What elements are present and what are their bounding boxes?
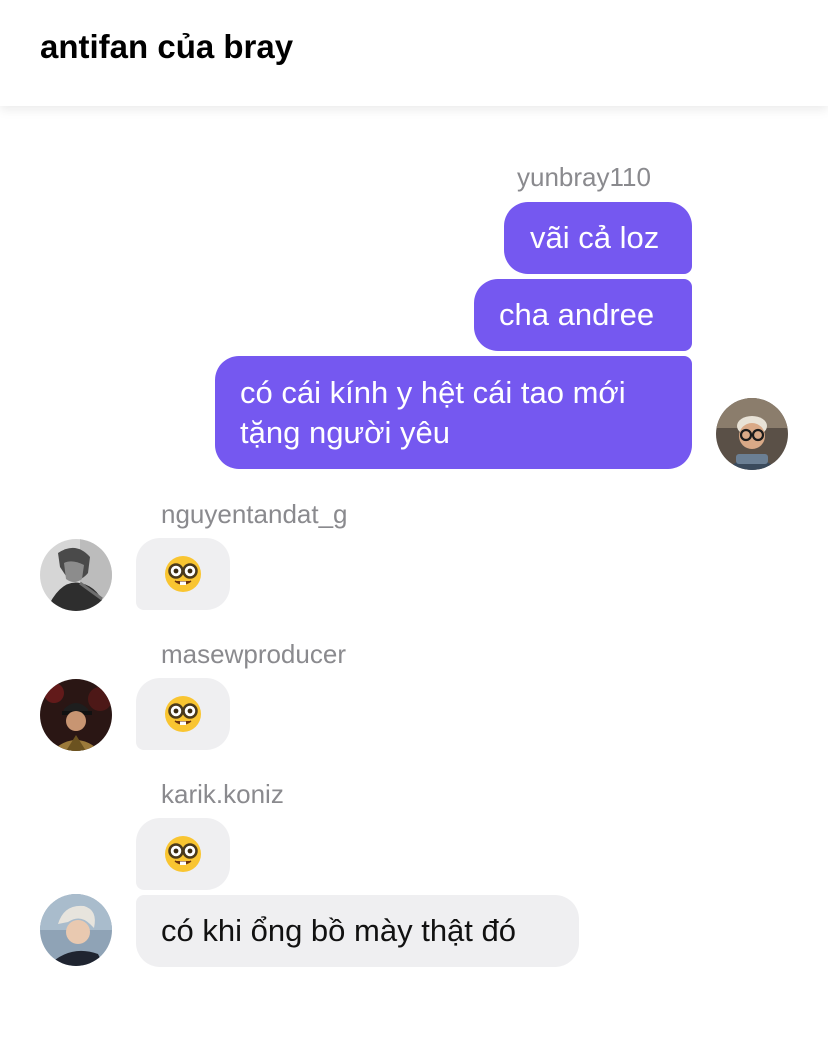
message-bubble[interactable]: cha andree bbox=[474, 279, 692, 351]
nerd-face-emoji bbox=[163, 834, 203, 874]
sender-name[interactable]: karik.koniz bbox=[161, 779, 284, 810]
emoji-message-bubble[interactable] bbox=[136, 818, 230, 890]
sender-name[interactable]: masewproducer bbox=[161, 639, 346, 670]
sender-name[interactable]: yunbray110 bbox=[517, 162, 651, 193]
user-avatar-grey-icon[interactable] bbox=[40, 539, 112, 611]
sender-name[interactable]: nguyentandat_g bbox=[161, 499, 348, 530]
message-text: cha andree bbox=[499, 297, 655, 332]
nerd-face-emoji bbox=[163, 694, 203, 734]
chat-header: antifan của bray bbox=[0, 0, 828, 106]
user-avatar-blond-icon[interactable] bbox=[40, 894, 112, 966]
message-bubble[interactable]: có cái kính y hệt cái tao mới tặng người… bbox=[215, 356, 692, 469]
message-text: vãi cả loz bbox=[530, 220, 660, 255]
emoji-message-bubble[interactable] bbox=[136, 538, 230, 610]
user-avatar-cap-icon[interactable] bbox=[40, 679, 112, 751]
message-text-line: có cái kính y hệt cái tao mới bbox=[240, 375, 626, 410]
message-bubble[interactable]: có khi ổng bồ mày thật đó bbox=[136, 895, 579, 967]
chat-title[interactable]: antifan của bray bbox=[40, 28, 293, 66]
message-text: có khi ổng bồ mày thật đó bbox=[161, 913, 517, 948]
emoji-message-bubble[interactable] bbox=[136, 678, 230, 750]
user-avatar-glasses-icon[interactable] bbox=[716, 398, 788, 470]
message-text-line: tặng người yêu bbox=[240, 415, 450, 450]
nerd-face-emoji bbox=[163, 554, 203, 594]
message-bubble[interactable]: vãi cả loz bbox=[504, 202, 692, 274]
